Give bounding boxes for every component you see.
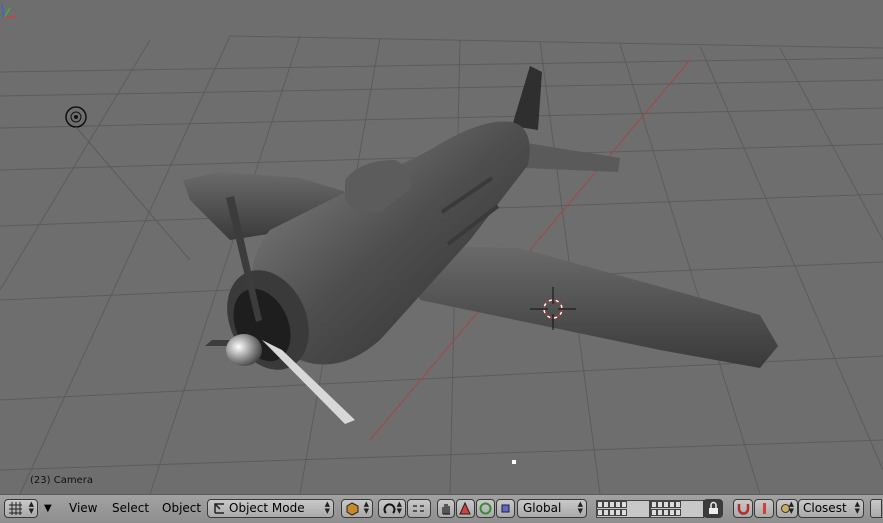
object-origin-dot	[512, 460, 516, 464]
active-object-label: (23) Camera	[30, 475, 93, 486]
header-overflow-button[interactable]	[870, 499, 882, 518]
axis-orientation-icon	[1, 3, 17, 19]
proportional-edit-icon	[763, 503, 766, 514]
updown-arrows-icon: ▲ ▼	[854, 500, 860, 515]
hand-icon	[442, 504, 450, 515]
shading-dropdown[interactable]: ▲ ▼	[341, 499, 373, 518]
updown-arrows-icon: ▲ ▼	[324, 500, 330, 515]
object-menu[interactable]: Object	[162, 499, 201, 518]
rotate-manipulator[interactable]	[476, 499, 495, 518]
layer-buttons-group-1[interactable]	[596, 500, 650, 518]
translate-manipulator[interactable]	[456, 499, 475, 518]
snap-toggle[interactable]	[733, 499, 753, 518]
manipulator-toggle[interactable]	[437, 499, 455, 518]
scale-manipulator[interactable]	[496, 499, 515, 518]
grid-icon	[9, 502, 22, 515]
pivot-center-button[interactable]	[407, 499, 431, 518]
scale-icon	[501, 504, 510, 513]
select-menu[interactable]: Select	[112, 499, 149, 518]
snap-target-label: Closest	[803, 501, 847, 515]
lock-layers-button[interactable]	[703, 499, 723, 518]
mode-label: Object Mode	[229, 501, 305, 515]
triangle-down-icon[interactable]: ▼	[44, 499, 58, 518]
magnet-icon	[737, 504, 750, 515]
solid-shading-icon	[346, 502, 359, 516]
updown-arrows-icon: ▲ ▼	[577, 500, 583, 515]
rotate-icon	[479, 502, 492, 515]
translate-icon	[459, 501, 471, 515]
orientation-label: Global	[523, 501, 562, 515]
updown-arrows-icon: ▲ ▼	[788, 500, 794, 515]
view-menu[interactable]: View	[69, 499, 97, 518]
object-mode-icon	[214, 503, 224, 514]
snap-element-dropdown[interactable]: ▲ ▼	[776, 499, 798, 518]
pivot-dropdown[interactable]: ▲ ▼	[378, 499, 406, 518]
lock-icon	[709, 501, 718, 514]
editor-type-button[interactable]: ▲ ▼	[4, 499, 38, 518]
updown-arrows-icon: ▲ ▼	[363, 500, 369, 515]
updown-arrows-icon: ▲ ▼	[396, 500, 402, 515]
lamp-object	[65, 106, 191, 261]
dots-icon	[413, 505, 424, 512]
3d-viewport[interactable]: (23) Camera	[0, 0, 883, 494]
updown-arrows-icon: ▲ ▼	[28, 500, 34, 515]
proportional-edit-toggle[interactable]	[754, 499, 774, 518]
pivot-icon	[383, 503, 396, 514]
snap-target-dropdown[interactable]: Closest ▲ ▼	[798, 499, 864, 518]
layer-buttons-group-2[interactable]	[650, 500, 704, 518]
transform-orientation-dropdown[interactable]: Global ▲ ▼	[517, 499, 587, 518]
mode-dropdown[interactable]: Object Mode ▲ ▼	[207, 499, 334, 518]
viewport-header: ▲ ▼ ▼ View Select Object Object Mode ▲ ▼ ▲…	[0, 494, 883, 523]
viewport-scene[interactable]	[0, 0, 883, 494]
